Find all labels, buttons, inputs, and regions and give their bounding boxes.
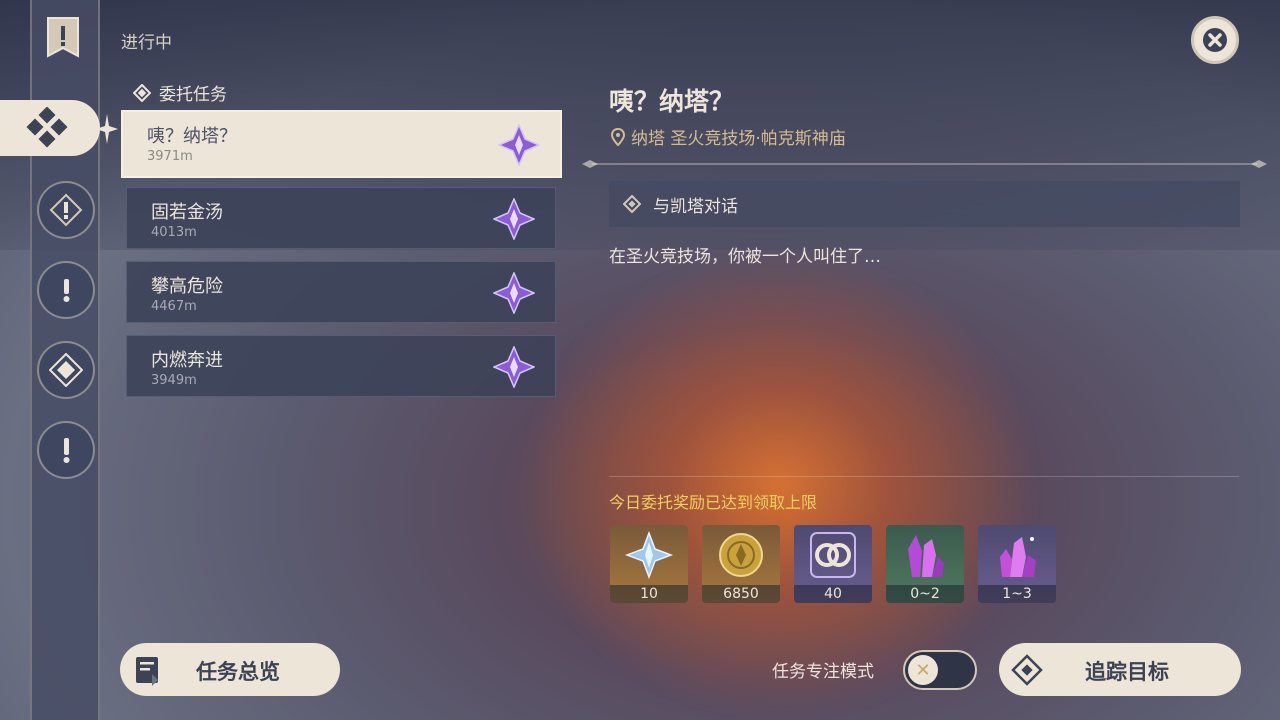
section-in-progress: 进行中 — [121, 33, 172, 53]
primogem-icon — [624, 530, 674, 580]
quest-name: 内燃奔进 — [151, 350, 223, 371]
quest-name: 咦？纳塔？ — [147, 126, 237, 147]
commission-star-icon — [498, 124, 540, 166]
quest-distance: 3949m — [151, 373, 197, 388]
location-text: 纳塔 圣火竞技场·帕克斯神庙 — [631, 129, 846, 149]
rewards-notice: 今日委托奖励已达到领取上限 — [609, 493, 818, 512]
toggle-off-icon: ✕ — [908, 655, 938, 685]
bookmark-icon[interactable] — [46, 16, 80, 60]
focus-mode-label: 任务专注模式 — [772, 662, 874, 682]
quest-distance: 4467m — [151, 299, 197, 314]
focus-mode-toggle[interactable]: ✕ — [903, 650, 977, 690]
category-header: 委托任务 — [133, 80, 227, 105]
objective-text: 与凯塔对话 — [653, 197, 738, 217]
close-icon — [1203, 28, 1227, 52]
objective-diamond-icon — [623, 195, 641, 213]
reward-count: 0~2 — [886, 585, 964, 603]
quest-title: 咦？纳塔？ — [609, 87, 735, 116]
reward-count: 40 — [794, 585, 872, 603]
rewards-divider — [609, 476, 1239, 477]
quest-location: 纳塔 圣火竞技场·帕克斯神庙 — [611, 124, 846, 149]
rail-tab-commissions[interactable] — [0, 100, 100, 156]
ore-crystal-icon — [908, 535, 944, 577]
location-pin-icon — [611, 127, 625, 146]
reward-count: 6850 — [702, 585, 780, 603]
commission-star-icon — [493, 272, 535, 314]
rail-tab-archon-quest[interactable] — [37, 181, 95, 239]
ornament-divider — [582, 160, 1267, 168]
rail-tab-story-quest[interactable] — [37, 261, 95, 319]
reward-item[interactable]: 10 — [610, 525, 688, 603]
quest-name: 攀高危险 — [151, 276, 223, 297]
mora-icon — [719, 533, 763, 577]
sparkle-icon — [96, 114, 118, 144]
quest-item[interactable]: 内燃奔进 3949m — [126, 335, 556, 397]
quest-description: 在圣火竞技场，你被一个人叫住了… — [609, 247, 881, 267]
reward-item[interactable]: 6850 — [702, 525, 780, 603]
world-quest-icon — [49, 353, 83, 387]
objective-box: 与凯塔对话 — [609, 181, 1240, 227]
track-label: 追踪目标 — [1085, 660, 1169, 684]
quest-item[interactable]: 固若金汤 4013m — [126, 187, 556, 249]
close-button[interactable] — [1191, 16, 1239, 64]
quest-book-icon — [136, 657, 158, 686]
reward-item[interactable]: 40 — [794, 525, 872, 603]
commission-star-icon — [493, 198, 535, 240]
reward-count: 10 — [610, 585, 688, 603]
category-label: 委托任务 — [159, 85, 227, 105]
track-diamond-icon — [1011, 654, 1043, 686]
reward-item[interactable]: 0~2 — [886, 525, 964, 603]
quest-item[interactable]: 攀高危险 4467m — [126, 261, 556, 323]
archon-quest-icon — [49, 193, 83, 227]
background-creature — [520, 250, 1040, 720]
quest-overview-button[interactable]: 任务总览 — [120, 643, 340, 696]
ore-crystal-icon — [1000, 537, 1036, 577]
rail-tab-world-quest[interactable] — [37, 341, 95, 399]
track-target-button[interactable]: 追踪目标 — [999, 643, 1241, 696]
quest-distance: 3971m — [147, 149, 193, 164]
quest-name: 固若金汤 — [151, 202, 223, 223]
quest-distance: 4013m — [151, 225, 197, 240]
overview-label: 任务总览 — [196, 660, 280, 684]
companionship-exp-icon — [810, 532, 856, 578]
exclamation-icon — [63, 438, 70, 463]
reward-item[interactable]: 1~3 — [978, 525, 1056, 603]
reward-count: 1~3 — [978, 585, 1056, 603]
commission-diamond-icon — [26, 107, 68, 148]
quest-item[interactable]: 咦？纳塔？ 3971m — [121, 110, 562, 178]
diamond-icon — [133, 83, 151, 102]
exclamation-icon — [63, 279, 70, 302]
rail-tab-event-quest[interactable] — [37, 421, 95, 479]
commission-star-icon — [493, 346, 535, 388]
